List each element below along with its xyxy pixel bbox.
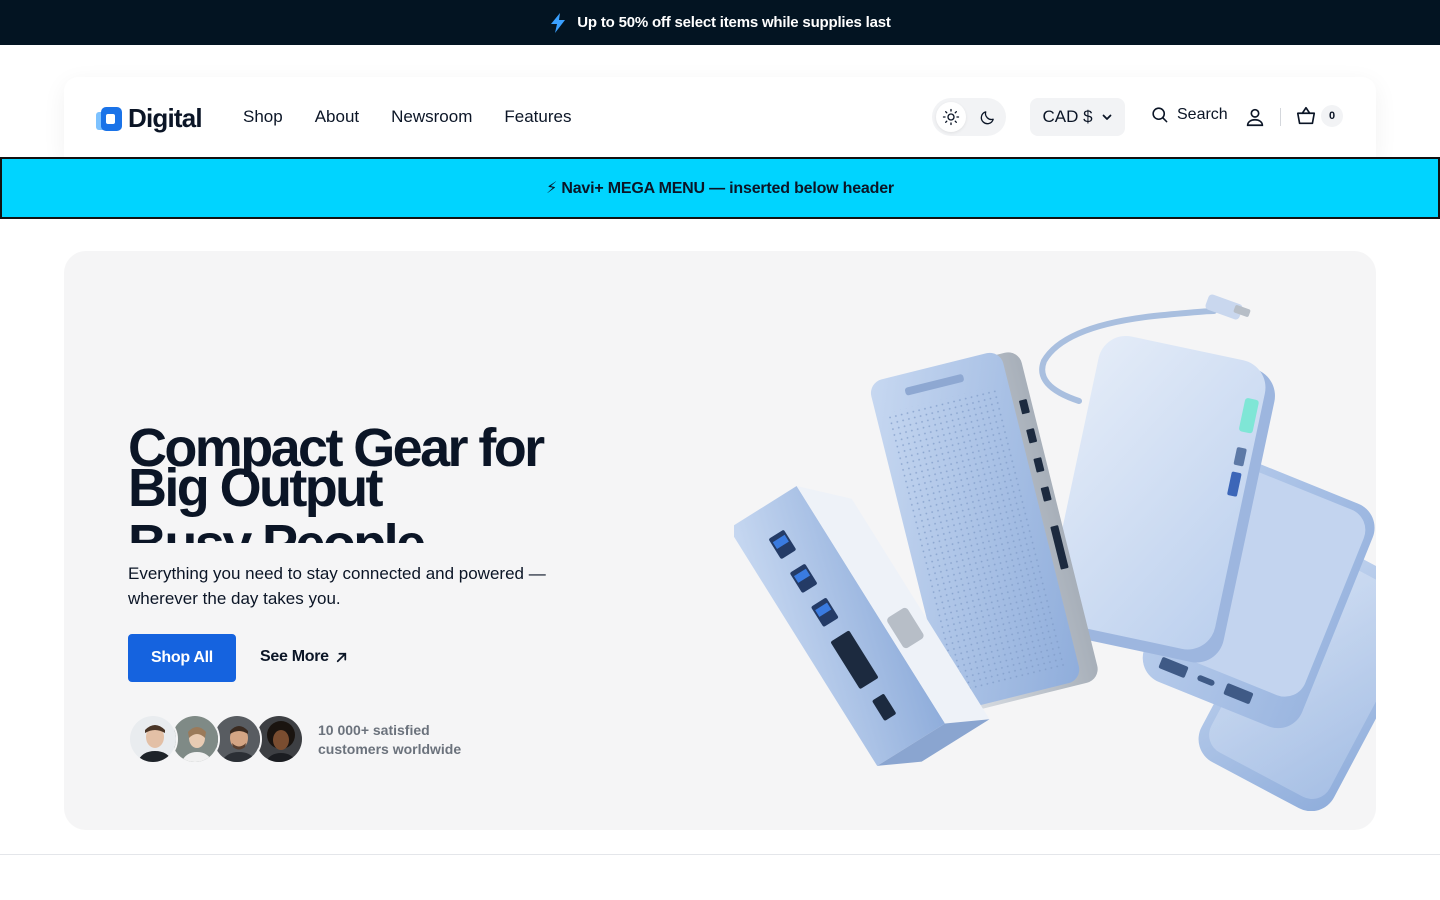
announcement-bar: Up to 50% off select items while supplie… xyxy=(0,0,1440,45)
header-divider xyxy=(1280,108,1281,126)
search-label: Search xyxy=(1177,105,1228,123)
sun-icon xyxy=(942,108,960,126)
user-icon[interactable] xyxy=(1244,106,1266,128)
currency-selector[interactable]: CAD $ xyxy=(1030,98,1125,136)
hero-section: Big Output Busy People Compact Gear for … xyxy=(64,251,1376,830)
theme-toggle xyxy=(932,98,1006,136)
logo[interactable]: Digital xyxy=(96,103,203,134)
dark-mode-button[interactable] xyxy=(972,102,1002,132)
see-more-link[interactable]: See More xyxy=(260,648,348,666)
social-proof-line-1: 10 000+ satisfied xyxy=(318,722,430,738)
see-more-label: See More xyxy=(260,648,329,665)
nav-item-shop[interactable]: Shop xyxy=(243,107,283,127)
mega-menu-banner: ⚡ Navi+ MEGA MENU — inserted below heade… xyxy=(0,157,1440,219)
headline-line-1: Compact Gear for xyxy=(128,418,545,478)
announcement-text: Up to 50% off select items while supplie… xyxy=(577,14,891,31)
cart-count-badge: 0 xyxy=(1321,105,1343,127)
currency-value: CAD $ xyxy=(1042,107,1093,126)
light-mode-button[interactable] xyxy=(936,102,966,132)
lightning-icon xyxy=(551,12,566,33)
mega-menu-text: ⚡ Navi+ MEGA MENU — inserted below heade… xyxy=(546,180,894,197)
nav-item-about[interactable]: About xyxy=(315,107,359,127)
search-button[interactable]: Search xyxy=(1150,105,1228,124)
search-icon xyxy=(1152,107,1168,123)
chevron-down-icon xyxy=(1102,114,1111,120)
product-hero-image xyxy=(734,294,1376,811)
headline-line-3: Busy People xyxy=(128,517,426,543)
hero-subtext: Everything you need to stay connected an… xyxy=(128,564,546,608)
shop-all-button[interactable]: Shop All xyxy=(128,634,236,682)
logo-text: Digital xyxy=(128,103,203,133)
arrow-up-right-icon xyxy=(336,652,346,662)
cart-icon[interactable] xyxy=(1295,105,1317,127)
main-nav: Shop About Newsroom Features xyxy=(243,107,571,127)
logo-icon xyxy=(96,106,122,132)
nav-item-newsroom[interactable]: Newsroom xyxy=(391,107,472,127)
customer-avatars xyxy=(128,714,308,766)
nav-item-features[interactable]: Features xyxy=(504,107,571,127)
hero-headline: Big Output Busy People Compact Gear for xyxy=(128,417,648,543)
social-proof-line-2: customers worldwide xyxy=(318,741,462,757)
social-proof-text: 10 000+ satisfied customers worldwide xyxy=(318,721,461,759)
moon-icon xyxy=(980,110,994,124)
section-divider xyxy=(0,854,1440,855)
site-header: Digital Shop About Newsroom Features CAD… xyxy=(64,77,1376,157)
avatar xyxy=(128,714,178,764)
